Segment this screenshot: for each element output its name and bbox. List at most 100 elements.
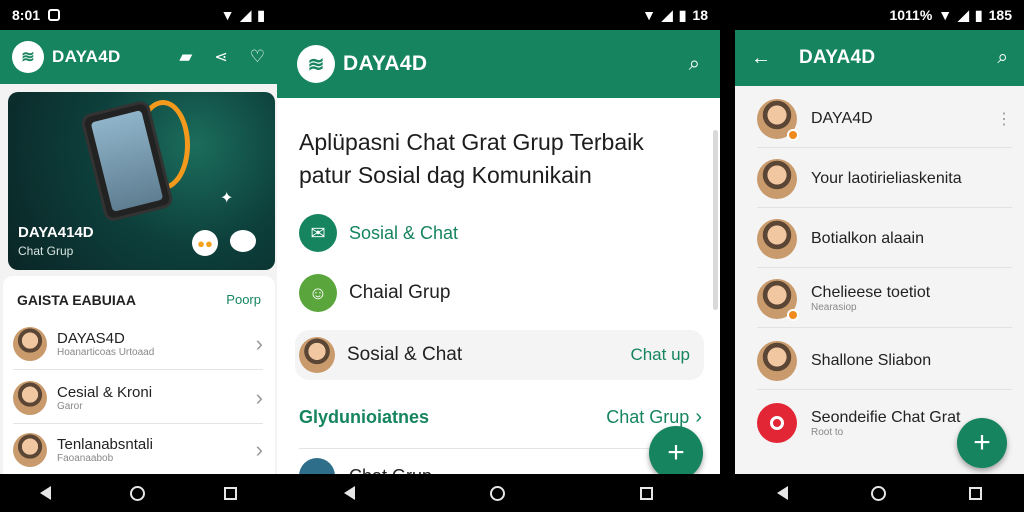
list-item[interactable]: Cesial & Kroni Garor › [13,372,263,424]
record-icon [757,403,797,443]
notification-icon [48,9,61,21]
contact-row[interactable]: Botialkon alaain [757,210,1012,268]
heart-icon[interactable]: ♡ [250,47,265,67]
back-icon[interactable] [39,486,51,500]
screen-home: 8:01 ▼ ◢ ▮ ≋ DAYA4D ▰ ⋖ ♡ ✦ DAYA414D Cha… [0,0,277,512]
avatar [299,337,335,373]
headline-line2: patur Sosial dag Komunikain [299,162,592,189]
avatar [757,158,797,199]
signal-icon: ◢ [661,6,673,23]
list-item-name: Tenlanabsntali [57,436,153,453]
hero-banner[interactable]: ✦ DAYA414D Chat Grup ●● [8,92,275,270]
wifi-icon: ▼ [220,7,235,23]
list-item-sub: Garor [57,400,83,412]
headline-line1: Aplüpasni Chat Grat Grup Terbaik [299,129,644,155]
search-icon[interactable]: ⌕ [997,47,1008,69]
headline: Aplüpasni Chat Grat Grup Terbaik patur S… [299,126,644,193]
chat-bubble-icon: ✉ [299,214,337,252]
battery-icon: ▮ [974,6,983,23]
avatar [757,218,797,259]
app-title: DAYA4D [799,47,876,68]
avatar [757,278,799,321]
share-icon[interactable]: ⋖ [214,47,227,67]
group-row[interactable]: Glydunioiatnes Chat Grup › [299,392,702,442]
nav-bar [277,474,720,512]
back-arrow-icon[interactable]: ← [751,47,771,70]
divider [720,0,735,512]
chat-icon[interactable]: ▰ [179,47,192,67]
contact-name: Chelieese toetiot [811,284,931,301]
contact-sub: Nearasiop [811,302,857,313]
chat-up-link[interactable]: Chat up [630,345,700,365]
home-icon[interactable] [870,485,886,501]
status-badge [787,128,799,141]
battery-icon: ▮ [678,6,687,23]
divider [299,448,702,449]
signal-icon: ◢ [240,6,252,23]
back-icon[interactable] [776,486,788,500]
signal-icon: ◢ [958,6,969,23]
avatar [13,380,47,415]
contact-row[interactable]: Shallone Sliabon [757,332,1012,390]
list-item-name: Cesial & Kroni [57,383,153,401]
hero-subtitle: Chat Grup [18,244,74,258]
app-title: DAYA4D [343,52,428,75]
list-item[interactable]: Tenlanabsntali Faoanaabob › [13,424,263,476]
status-extra-right: 185 [988,7,1012,23]
contact-name: Shallone Sliabon [811,351,932,369]
avatar [13,326,47,361]
list-item[interactable]: DAYAS4D Hoanarticoas Urtoaad › [13,318,263,370]
avatar [13,433,47,467]
list-item-sub: Hoanarticoas Urtoaad [57,346,155,358]
chevron-right-icon: › [255,437,263,462]
emoji-bubble-icon[interactable]: ●● [192,230,218,256]
contact-row[interactable]: DAYA4D ⋮ [757,90,1012,148]
feature-item[interactable]: ✉ Sosial & Chat [299,208,702,258]
feature-item[interactable]: ☺ Chaial Grup [299,268,702,318]
app-bar: ≋ DAYA4D ▰ ⋖ ♡ [0,30,277,84]
scrollbar[interactable] [713,130,718,310]
recents-icon[interactable] [639,486,653,500]
nav-bar [735,474,1024,512]
status-bar: ▼ ◢ ▮ 18 [277,0,720,30]
status-bar: 1011% ▼ ◢ ▮ 185 [735,0,1024,30]
feature-item[interactable]: Sosial & Chat Chat up [295,330,704,380]
app-logo: ≋ [12,41,44,73]
avatar [757,98,799,141]
feature-label: Sosial & Chat [347,344,463,365]
feature-label: Chaial Grup [349,282,451,303]
group-row-action[interactable]: Chat Grup [606,407,689,428]
wifi-icon: ▼ [642,7,656,23]
chevron-right-icon: › [255,330,263,356]
home-icon[interactable] [129,485,145,501]
contact-name: DAYA4D [811,109,873,127]
contact-row[interactable]: Chelieese toetiot Nearasiop [757,270,1012,328]
hero-title: DAYA414D [18,224,94,241]
app-title: DAYA4D [52,47,121,66]
add-fab-button[interactable]: + [957,418,1007,468]
more-vert-icon[interactable]: ⋮ [996,109,1012,129]
contact-name: Your laotirieliaskenita [811,169,962,187]
group-chat-icon: ☺ [299,274,337,312]
add-fab-button[interactable]: + [649,426,703,480]
status-time: 8:01 [12,7,41,23]
feature-label: Sosial & Chat [349,222,459,243]
speech-bubble-icon[interactable] [230,230,256,252]
section-action-link[interactable]: Poorp [226,292,261,307]
contact-row[interactable]: Your laotirieliaskenita [757,150,1012,208]
search-icon[interactable]: ⌕ [689,53,700,76]
chevron-right-icon: › [695,405,702,428]
recents-icon[interactable] [969,486,983,500]
group-card: GAISTA EABUIAA Poorp DAYAS4D Hoanarticoa… [3,276,275,474]
nav-bar [0,474,277,512]
recents-icon[interactable] [224,486,238,500]
screen-landing: ▼ ◢ ▮ 18 ≋ DAYA4D ⌕ Aplüpasni Chat Grat … [277,0,720,512]
screen-contacts: 1011% ▼ ◢ ▮ 185 ← DAYA4D ⌕ DAYA4D ⋮ Your… [735,0,1024,512]
group-row-label: Glydunioiatnes [299,406,430,427]
back-icon[interactable] [344,486,356,500]
app-bar: ≋ DAYA4D ⌕ [277,30,720,98]
contact-name: Botialkon alaain [811,229,924,247]
home-icon[interactable] [489,485,505,501]
contact-sub: Root to [811,426,844,438]
battery-icon: ▮ [257,6,265,23]
